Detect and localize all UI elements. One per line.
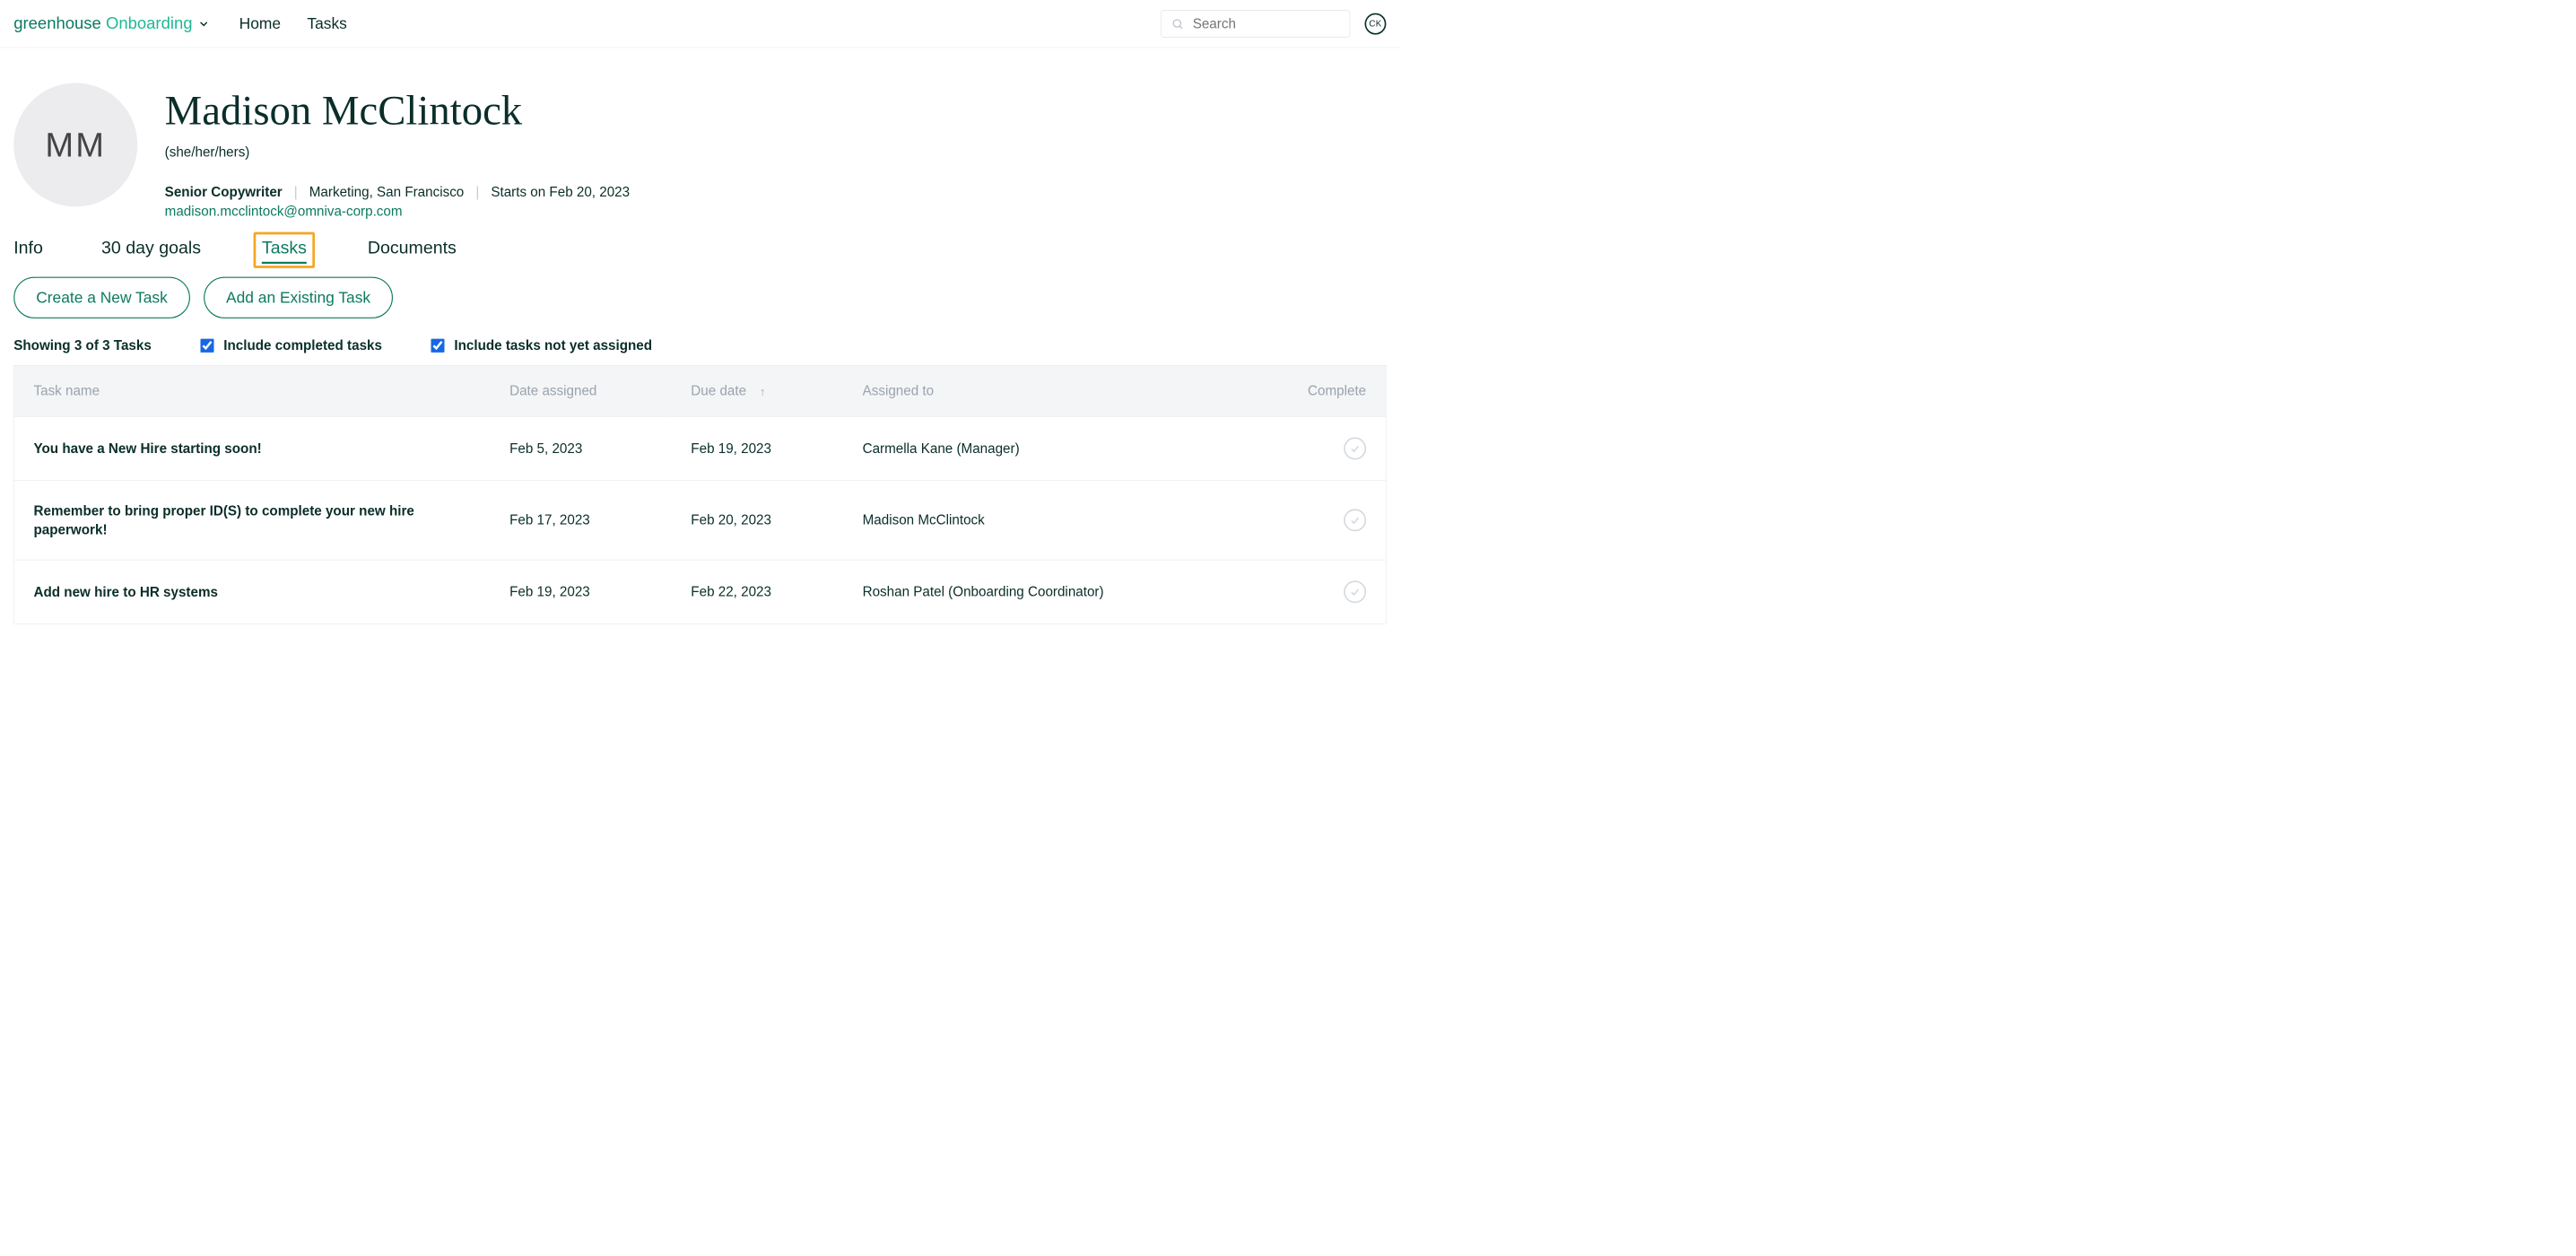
complete-toggle[interactable]	[1344, 580, 1366, 603]
tab-tasks-highlight: Tasks	[254, 232, 315, 268]
profile-info: Madison McClintock (she/her/hers) Senior…	[165, 83, 630, 219]
brand[interactable]: greenhouse Onboarding	[13, 14, 210, 33]
tasks-table: Task name Date assigned Due date↑ Assign…	[13, 365, 1386, 624]
profile-meta: Senior Copywriter | Marketing, San Franc…	[165, 184, 630, 199]
include-completed-checkbox[interactable]	[200, 339, 213, 353]
table-header-row: Task name Date assigned Due date↑ Assign…	[13, 365, 1386, 416]
nav-home[interactable]: Home	[239, 14, 281, 32]
due-date-cell: Feb 19, 2023	[672, 416, 843, 480]
col-complete: Complete	[1246, 365, 1386, 416]
include-completed-group[interactable]: Include completed tasks	[200, 338, 382, 353]
table-row[interactable]: You have a New Hire starting soon!Feb 5,…	[13, 416, 1386, 480]
top-bar: greenhouse Onboarding Home Tasks CK	[0, 0, 1400, 48]
profile-dept-loc: Marketing, San Francisco	[309, 184, 465, 199]
col-date-assigned[interactable]: Date assigned	[490, 365, 671, 416]
brand-name-1: greenhouse	[13, 14, 101, 33]
user-avatar[interactable]: CK	[1365, 13, 1387, 34]
col-due-date[interactable]: Due date↑	[672, 365, 843, 416]
chevron-down-icon[interactable]	[197, 17, 210, 30]
filters-row: Showing 3 of 3 Tasks Include completed t…	[13, 338, 1386, 353]
task-name-cell[interactable]: Remember to bring proper ID(S) to comple…	[13, 481, 490, 561]
search-field[interactable]	[1161, 10, 1350, 37]
results-count: Showing 3 of 3 Tasks	[13, 338, 152, 353]
date-assigned-cell: Feb 17, 2023	[490, 481, 671, 561]
profile-start: Starts on Feb 20, 2023	[491, 184, 630, 199]
include-completed-label: Include completed tasks	[223, 338, 382, 353]
profile-avatar: MM	[13, 83, 137, 206]
table-row[interactable]: Add new hire to HR systemsFeb 19, 2023Fe…	[13, 560, 1386, 624]
assigned-to-cell: Carmella Kane (Manager)	[843, 416, 1246, 480]
date-assigned-cell: Feb 5, 2023	[490, 416, 671, 480]
profile-title: Senior Copywriter	[165, 184, 283, 199]
search-icon	[1171, 17, 1184, 30]
date-assigned-cell: Feb 19, 2023	[490, 560, 671, 624]
brand-name-2: Onboarding	[101, 14, 193, 33]
sort-up-icon: ↑	[760, 386, 765, 398]
assigned-to-cell: Madison McClintock	[843, 481, 1246, 561]
due-date-cell: Feb 22, 2023	[672, 560, 843, 624]
tab-tasks[interactable]: Tasks	[262, 238, 307, 258]
nav-tasks[interactable]: Tasks	[307, 14, 346, 32]
due-date-cell: Feb 20, 2023	[672, 481, 843, 561]
col-task-name[interactable]: Task name	[13, 365, 490, 416]
add-existing-task-button[interactable]: Add an Existing Task	[204, 277, 393, 318]
include-unassigned-label: Include tasks not yet assigned	[454, 338, 652, 353]
tabs: Info 30 day goals Tasks Documents	[13, 235, 1386, 260]
tab-goals[interactable]: 30 day goals	[101, 238, 201, 258]
task-actions: Create a New Task Add an Existing Task	[13, 277, 1386, 318]
profile-pronouns: (she/her/hers)	[165, 144, 630, 160]
profile-header: MM Madison McClintock (she/her/hers) Sen…	[13, 83, 1386, 219]
tab-documents[interactable]: Documents	[368, 238, 457, 258]
complete-toggle[interactable]	[1344, 509, 1366, 531]
assigned-to-cell: Roshan Patel (Onboarding Coordinator)	[843, 560, 1246, 624]
brand-logo: greenhouse Onboarding	[13, 14, 192, 33]
include-unassigned-checkbox[interactable]	[431, 339, 444, 353]
page-content: MM Madison McClintock (she/her/hers) Sen…	[0, 48, 1400, 643]
complete-cell	[1246, 560, 1386, 624]
col-assigned-to[interactable]: Assigned to	[843, 365, 1246, 416]
complete-cell	[1246, 416, 1386, 480]
include-unassigned-group[interactable]: Include tasks not yet assigned	[431, 338, 652, 353]
task-name-cell[interactable]: You have a New Hire starting soon!	[13, 416, 490, 480]
search-input[interactable]	[1193, 16, 1369, 31]
complete-cell	[1246, 481, 1386, 561]
task-name-cell[interactable]: Add new hire to HR systems	[13, 560, 490, 624]
profile-name: Madison McClintock	[165, 86, 630, 135]
tab-info[interactable]: Info	[13, 238, 43, 258]
profile-email[interactable]: madison.mcclintock@omniva-corp.com	[165, 204, 630, 219]
table-row[interactable]: Remember to bring proper ID(S) to comple…	[13, 481, 1386, 561]
complete-toggle[interactable]	[1344, 437, 1366, 459]
create-task-button[interactable]: Create a New Task	[13, 277, 190, 318]
